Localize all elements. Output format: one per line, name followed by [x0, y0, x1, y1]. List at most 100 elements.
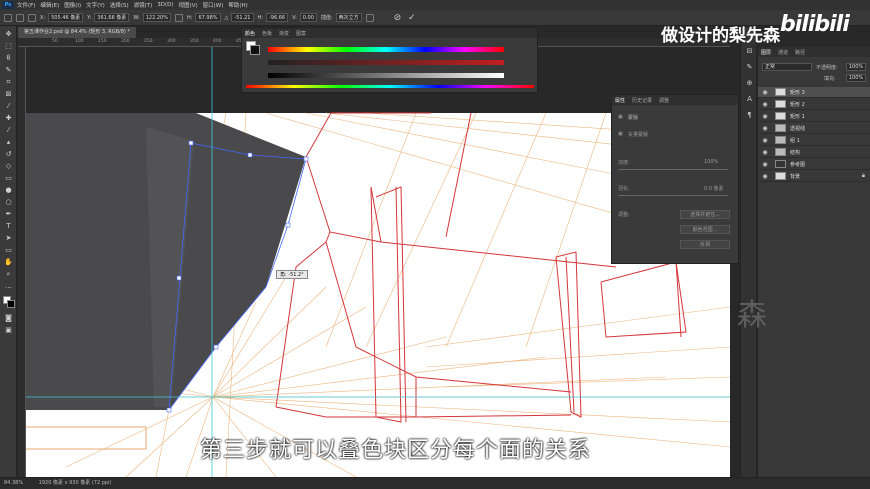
tab-properties[interactable]: 属性 [615, 97, 625, 104]
character-panel-icon[interactable]: A [745, 95, 754, 103]
history-brush-icon[interactable]: ↺ [4, 150, 13, 158]
visibility-eye-icon[interactable]: ◉ [761, 89, 769, 96]
zoom-tool-icon[interactable]: ⌕ [4, 270, 13, 278]
select-and-mask-button[interactable]: 选择并遮住... [680, 210, 730, 219]
feather-value[interactable]: 0.0 像素 [704, 185, 724, 192]
opacity-input[interactable]: 100% [846, 63, 866, 71]
interpolation-select[interactable]: 两次立方 [335, 13, 362, 22]
visibility-eye-icon[interactable]: ◉ [761, 125, 769, 132]
layer-row[interactable]: ◉ 透视线 [758, 123, 870, 134]
history-panel-icon[interactable]: ⊟ [745, 47, 754, 55]
layer-row[interactable]: ◉ 背景 🔒︎ [758, 171, 870, 182]
blur-tool-icon[interactable]: ● [4, 186, 13, 194]
layer-row[interactable]: ◉ 矩形 2 [758, 99, 870, 110]
layer-row[interactable]: ◉ 矩形 3 [758, 87, 870, 98]
menu-file[interactable]: 文件(F) [17, 1, 35, 9]
menu-help[interactable]: 帮助(H) [228, 1, 247, 9]
hskew-input[interactable]: -96.66 [265, 13, 289, 22]
y-input[interactable]: 361.66 像素 [94, 13, 130, 22]
eraser-tool-icon[interactable]: ◇ [4, 162, 13, 170]
paragraph-panel-icon[interactable]: ¶ [745, 111, 754, 119]
menu-view[interactable]: 视图(V) [179, 1, 198, 9]
tab-swatches[interactable]: 色板 [262, 30, 272, 37]
menu-filter[interactable]: 滤镜(T) [134, 1, 153, 9]
brush-tool-icon[interactable]: ⁄ [4, 126, 13, 134]
visibility-eye-icon[interactable]: ◉ [761, 161, 769, 168]
w-input[interactable]: 122.20% [142, 13, 171, 22]
cancel-icon[interactable]: ⊘ [394, 13, 402, 23]
document-tab[interactable]: 第五课作业2.psd @ 84.4% (矩形 3, RGB/8) * [18, 27, 136, 38]
tab-gradients[interactable]: 渐变 [279, 30, 289, 37]
warp-icon[interactable] [365, 13, 374, 22]
background-swatch[interactable] [250, 45, 260, 55]
frame-tool-icon[interactable]: ⊠ [4, 90, 13, 98]
color-ramp[interactable] [246, 85, 534, 88]
visibility-eye-icon[interactable]: ◉ [761, 173, 769, 180]
menu-select[interactable]: 选择(S) [110, 1, 129, 9]
eyedropper-icon[interactable]: ⁄ [4, 102, 13, 110]
path-select-icon[interactable]: ➤ [4, 234, 13, 242]
angle-input[interactable]: -51.21 [231, 13, 254, 22]
pen-tool-icon[interactable]: ✒ [4, 210, 13, 218]
quick-select-icon[interactable]: ✎ [4, 66, 13, 74]
healing-brush-icon[interactable]: ✚ [4, 114, 13, 122]
blend-mode-select[interactable]: 正常 [762, 63, 812, 71]
type-tool-icon[interactable]: T [4, 222, 13, 230]
crop-tool-icon[interactable]: ⌗ [4, 78, 13, 86]
visibility-eye-icon[interactable]: ◉ [761, 113, 769, 120]
shape-tool-icon[interactable]: ▭ [4, 246, 13, 254]
density-value[interactable]: 100% [704, 159, 718, 165]
zoom-level[interactable]: 84.38% [4, 480, 23, 486]
invert-button[interactable]: 反相 [680, 240, 730, 249]
brush-panel-icon[interactable]: ✎ [745, 63, 754, 71]
fill-input[interactable]: 100% [846, 74, 866, 82]
layer-row[interactable]: ◉ 结构 [758, 147, 870, 158]
menu-image[interactable]: 图像(I) [64, 1, 81, 9]
saturation-slider[interactable] [268, 60, 504, 65]
brightness-slider[interactable] [268, 73, 504, 78]
tab-channels[interactable]: 通道 [778, 49, 788, 56]
h-input[interactable]: 67.98% [195, 13, 221, 22]
hue-slider[interactable] [268, 47, 504, 52]
stamp-tool-icon[interactable]: ▴ [4, 138, 13, 146]
menu-edit[interactable]: 编辑(E) [40, 1, 59, 9]
visibility-eye-icon[interactable]: ◉ [761, 149, 769, 156]
tab-paths[interactable]: 路径 [795, 49, 805, 56]
lasso-tool-icon[interactable]: ϐ [4, 54, 13, 62]
tab-layers[interactable]: 图层 [761, 49, 771, 56]
tab-adjustments[interactable]: 调整 [659, 97, 669, 104]
quick-mask-icon[interactable]: ◙ [4, 314, 13, 322]
dodge-tool-icon[interactable]: ○ [4, 198, 13, 206]
layer-row[interactable]: ◉ 参考图 [758, 159, 870, 170]
vskew-input[interactable]: 0.00 [299, 13, 317, 22]
layer-row[interactable]: ◉ 矩形 1 [758, 111, 870, 122]
folder-icon [775, 124, 786, 132]
density-slider[interactable] [618, 169, 728, 170]
screen-mode-icon[interactable]: ▣ [4, 326, 13, 334]
background-color-swatch[interactable] [7, 300, 15, 308]
adjust-panel-icon[interactable]: ⊕ [745, 79, 754, 87]
tab-history[interactable]: 历史记录 [632, 97, 652, 104]
tab-patterns[interactable]: 图案 [296, 30, 306, 37]
tab-color[interactable]: 颜色 [245, 30, 255, 37]
reference-point-icon[interactable] [28, 13, 36, 22]
layer-row[interactable]: ◉ 组 1 [758, 135, 870, 146]
move-tool-icon[interactable]: ✥ [4, 30, 13, 38]
gradient-tool-icon[interactable]: ▭ [4, 174, 13, 182]
marquee-tool-icon[interactable]: ⬚ [4, 42, 13, 50]
link-icon[interactable] [174, 13, 183, 22]
visibility-eye-icon[interactable]: ◉ [761, 137, 769, 144]
menu-type[interactable]: 文字(Y) [86, 1, 105, 9]
menu-3d[interactable]: 3D(D) [157, 2, 173, 8]
x-input[interactable]: 505.46 像素 [48, 13, 84, 22]
color-range-button[interactable]: 颜色范围... [680, 225, 730, 234]
commit-icon[interactable]: ✓ [408, 13, 416, 23]
transform-tool-icon[interactable] [16, 13, 24, 22]
feather-slider[interactable] [618, 195, 728, 196]
more-tools-icon[interactable]: … [4, 282, 13, 290]
visibility-eye-icon[interactable]: ◉ [761, 101, 769, 108]
menu-window[interactable]: 窗口(W) [203, 1, 224, 9]
home-icon[interactable] [4, 13, 12, 22]
hand-tool-icon[interactable]: ✋ [4, 258, 13, 266]
layers-panel: 图层 通道 路径 正常 不透明度: 100% 填充: 100% ◉ 矩形 3 ◉… [757, 47, 870, 477]
